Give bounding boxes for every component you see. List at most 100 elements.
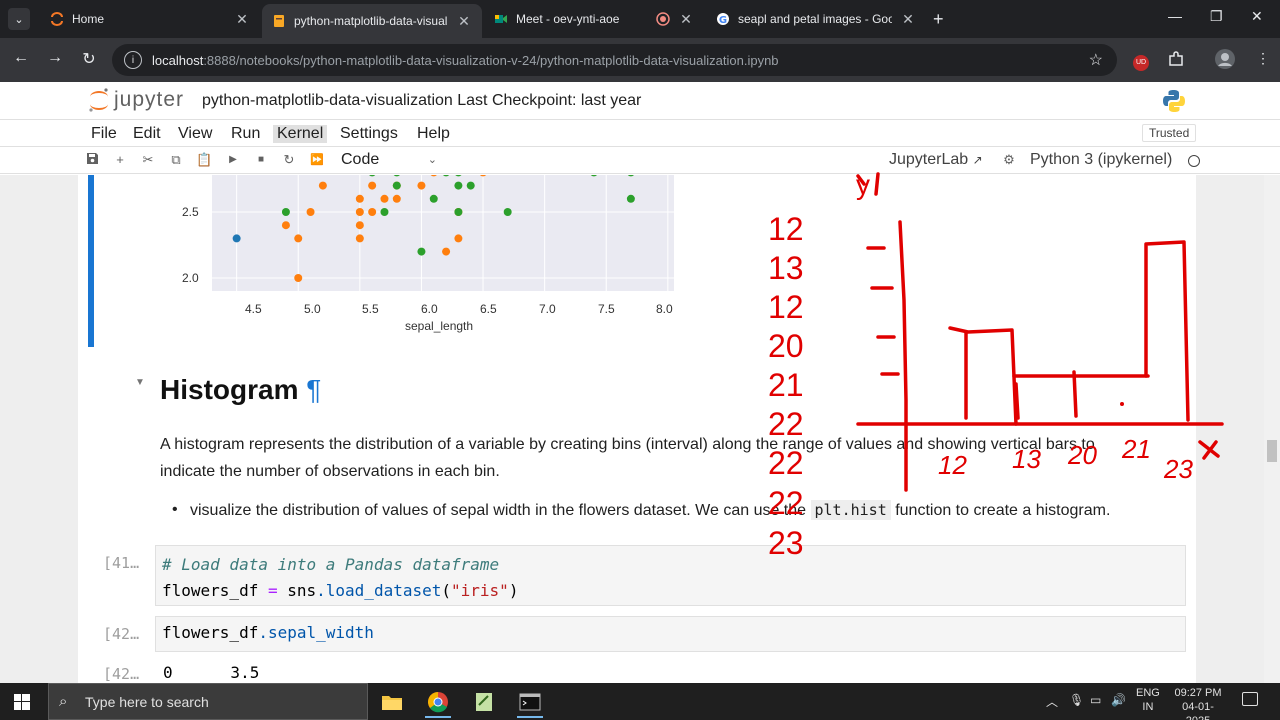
omnibox[interactable]: i localhost:8888/notebooks/python-matplo… bbox=[112, 44, 1117, 76]
language-indicator[interactable]: ENG IN bbox=[1136, 686, 1160, 714]
run-all-icon[interactable]: ⏩ bbox=[309, 153, 325, 166]
scatter-point bbox=[503, 208, 512, 216]
checkpoint-text: Last Checkpoint: last year bbox=[457, 92, 642, 109]
tray-chevron-icon[interactable]: ︿ bbox=[1046, 693, 1058, 710]
scatter-point bbox=[417, 181, 426, 190]
tab-notebook[interactable]: python-matplotlib-data-visualiz ✕ bbox=[262, 4, 482, 38]
scatter-point bbox=[355, 208, 364, 216]
close-icon[interactable]: ✕ bbox=[456, 13, 472, 30]
tab-search-button[interactable]: ⌄ bbox=[8, 8, 30, 30]
forward-icon[interactable]: → bbox=[44, 49, 66, 67]
copy-icon[interactable]: ⧉ bbox=[168, 152, 184, 168]
url-text[interactable]: localhost:8888/notebooks/python-matplotl… bbox=[152, 53, 779, 68]
menu-run[interactable]: Run bbox=[231, 125, 260, 143]
close-icon[interactable]: ✕ bbox=[900, 11, 916, 28]
jupyter-wordmark: jupyter bbox=[114, 88, 185, 111]
taskbar-search-input[interactable]: ⌕ Type here to search bbox=[48, 683, 368, 720]
scatter-point bbox=[380, 194, 389, 203]
close-icon[interactable]: ✕ bbox=[678, 11, 694, 28]
add-cell-icon[interactable]: + bbox=[112, 152, 128, 167]
tab-google[interactable]: G seapl and petal images - Google ✕ bbox=[706, 4, 926, 34]
cell-type-select[interactable]: Code ⌄ bbox=[341, 151, 437, 169]
scatter-point bbox=[355, 194, 364, 203]
menu-view[interactable]: View bbox=[178, 125, 212, 143]
record-icon bbox=[656, 12, 670, 26]
close-icon[interactable]: ✕ bbox=[234, 11, 250, 28]
save-icon[interactable] bbox=[84, 152, 100, 168]
menu-help[interactable]: Help bbox=[417, 125, 450, 143]
network-icon[interactable]: ▭ bbox=[1090, 693, 1101, 707]
paste-icon[interactable]: 📋 bbox=[196, 152, 212, 168]
minimize-icon[interactable]: — bbox=[1168, 8, 1182, 24]
chrome-taskbar-icon[interactable] bbox=[421, 685, 455, 718]
settings-gear-icon[interactable]: ⚙ bbox=[1001, 152, 1017, 168]
cell-prompt: [42… bbox=[103, 665, 140, 683]
x-tick-label: 6.0 bbox=[421, 302, 438, 316]
notepad-plus-icon[interactable] bbox=[467, 685, 501, 718]
stop-icon[interactable]: ■ bbox=[253, 154, 269, 165]
restore-icon[interactable]: ❐ bbox=[1210, 8, 1223, 25]
scatter-point bbox=[368, 181, 377, 190]
system-clock[interactable]: 09:27 PM04-01-2025 bbox=[1170, 686, 1226, 720]
jupyterlab-link[interactable]: JupyterLab ↗ bbox=[889, 151, 983, 169]
scrollbar-thumb[interactable] bbox=[1267, 440, 1277, 462]
menu-kernel[interactable]: Kernel bbox=[273, 125, 328, 143]
window-close-icon[interactable]: ✕ bbox=[1251, 8, 1263, 25]
address-bar-row: ← → ↻ i localhost:8888/notebooks/python-… bbox=[0, 38, 1280, 82]
menu-file[interactable]: File bbox=[91, 125, 117, 143]
x-tick-label: 8.0 bbox=[656, 302, 673, 316]
menu-settings[interactable]: Settings bbox=[340, 125, 398, 143]
site-info-icon[interactable]: i bbox=[124, 51, 142, 69]
extension-ud-icon[interactable]: UD bbox=[1133, 51, 1149, 71]
cell-prompt: [42… bbox=[103, 625, 140, 643]
tab-home[interactable]: Home ✕ bbox=[40, 4, 260, 34]
windows-start-icon[interactable] bbox=[14, 694, 30, 715]
file-explorer-icon[interactable] bbox=[375, 685, 409, 718]
code-cell[interactable]: flowers_df.sepal_width bbox=[155, 616, 1186, 652]
kernel-name[interactable]: Python 3 (ipykernel) bbox=[1030, 151, 1172, 169]
tab-title: Meet - oev-ynti-aoe bbox=[516, 12, 620, 26]
x-tick-label: 7.0 bbox=[539, 302, 556, 316]
x-tick-label: 7.5 bbox=[598, 302, 615, 316]
section-paragraph: A histogram represents the distribution … bbox=[160, 436, 1095, 480]
scrollbar[interactable] bbox=[1264, 175, 1280, 683]
new-tab-button[interactable]: + bbox=[933, 9, 944, 30]
scatter-point bbox=[232, 234, 241, 243]
profile-avatar-icon[interactable] bbox=[1214, 48, 1236, 73]
code-cell[interactable]: # Load data into a Pandas dataframe flow… bbox=[155, 545, 1186, 606]
restart-icon[interactable]: ↻ bbox=[281, 152, 297, 168]
scatter-point bbox=[355, 221, 364, 230]
anchor-link[interactable]: ¶ bbox=[306, 374, 321, 405]
scatter-point bbox=[626, 194, 635, 203]
microphone-icon[interactable]: 🎙 bbox=[1069, 693, 1084, 707]
inline-code: plt.hist bbox=[810, 500, 891, 520]
y-tick-label: 2.0 bbox=[182, 271, 199, 285]
cell-prompt: [41… bbox=[103, 554, 140, 572]
scatter-point bbox=[454, 181, 463, 190]
scatter-point bbox=[429, 194, 438, 203]
scatter-point bbox=[294, 234, 303, 243]
trusted-badge[interactable]: Trusted bbox=[1142, 124, 1197, 142]
active-cell-indicator bbox=[88, 175, 94, 347]
notification-center-icon[interactable] bbox=[1242, 692, 1258, 706]
scatter-point bbox=[281, 221, 290, 230]
reload-icon[interactable]: ↻ bbox=[78, 49, 100, 69]
cut-icon[interactable]: ✂ bbox=[140, 152, 156, 168]
menu-edit[interactable]: Edit bbox=[133, 125, 161, 143]
extensions-puzzle-icon[interactable] bbox=[1167, 50, 1185, 71]
notebook-title[interactable]: python-matplotlib-data-visualization Las… bbox=[202, 92, 641, 110]
run-icon[interactable]: ▶ bbox=[225, 154, 241, 165]
bookmark-star-icon[interactable]: ☆ bbox=[1089, 50, 1103, 70]
collapse-heading-icon[interactable]: ▼ bbox=[135, 377, 145, 388]
terminal-icon[interactable] bbox=[513, 685, 547, 718]
back-icon[interactable]: ← bbox=[10, 49, 32, 67]
tab-title: Home bbox=[72, 12, 105, 26]
jupyter-header: jupyter python-matplotlib-data-visualiza… bbox=[0, 82, 1280, 120]
notebook-icon bbox=[272, 14, 286, 28]
python-logo-icon bbox=[1163, 90, 1185, 112]
chrome-menu-icon[interactable]: ⋮ bbox=[1256, 50, 1270, 67]
volume-icon[interactable]: 🔊 bbox=[1111, 693, 1126, 707]
bullet-dot: • bbox=[172, 501, 178, 518]
jupyter-logo[interactable]: jupyter bbox=[88, 87, 184, 113]
tab-meet[interactable]: Meet - oev-ynti-aoe ✕ bbox=[484, 4, 704, 34]
